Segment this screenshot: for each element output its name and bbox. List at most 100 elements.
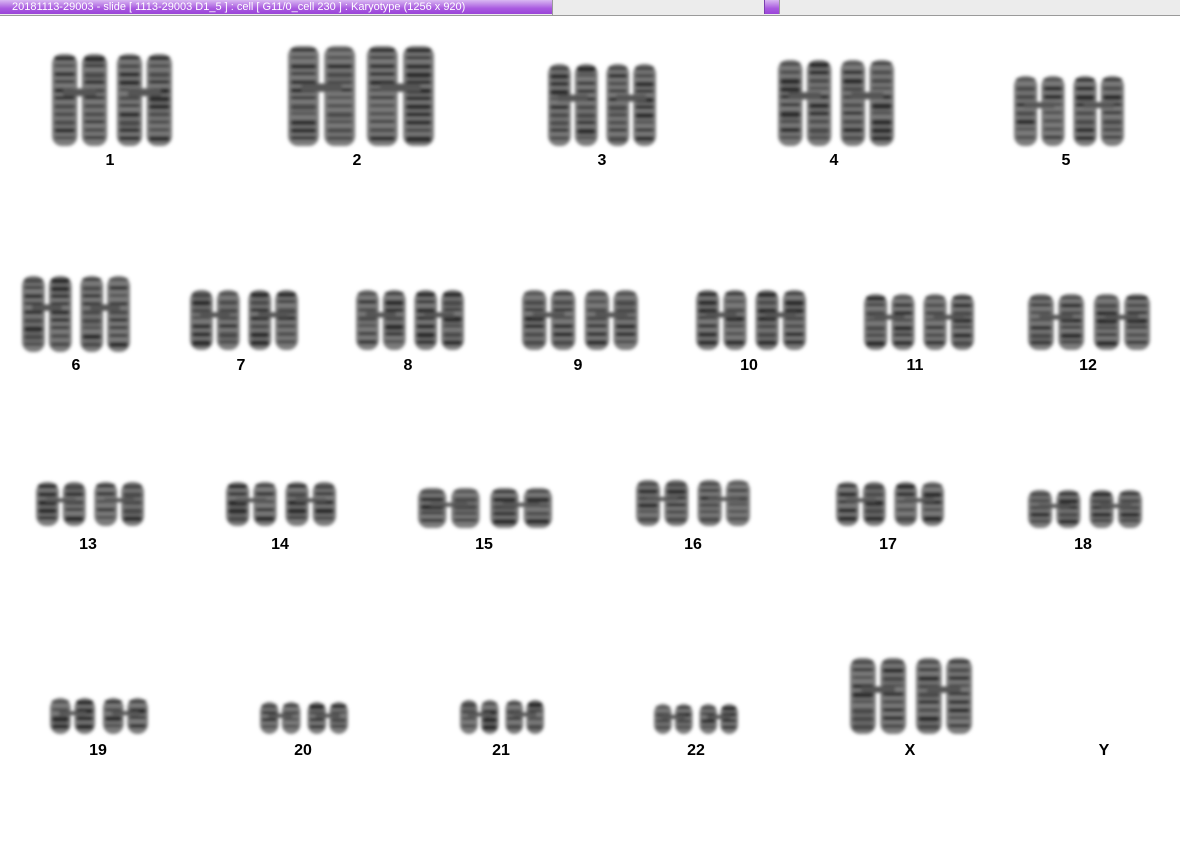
chromosome-homolog	[654, 704, 693, 734]
chromosome-homolog	[1028, 490, 1081, 528]
chromosome-label-8: 8	[403, 357, 413, 374]
chromosome-pair-22[interactable]	[654, 702, 738, 736]
chromosome-pair-graphic	[850, 658, 972, 734]
chromosome-pair-graphic	[260, 702, 348, 734]
chromosome-label-22: 22	[687, 742, 705, 759]
chromosome-homolog	[102, 698, 148, 734]
chromosome-homolog	[94, 482, 144, 526]
chromosome-pair-14[interactable]	[226, 480, 336, 528]
chromosome-homolog	[288, 46, 356, 146]
chromosome-pair-16[interactable]	[636, 478, 750, 528]
chromosome-pair-graphic	[1028, 294, 1150, 350]
title-divider	[552, 0, 553, 15]
chromosome-homolog	[699, 704, 738, 734]
chromosome-pair-graphic	[778, 60, 894, 146]
chromosome-pair-21[interactable]	[460, 698, 544, 736]
chromosome-homolog	[414, 290, 464, 350]
chromosome-pair-4[interactable]	[778, 58, 894, 148]
chromosome-pair-graphic	[22, 276, 130, 352]
chromosome-homolog	[864, 294, 915, 350]
chromosome-pair-graphic	[288, 46, 434, 146]
chromosome-pair-20[interactable]	[260, 700, 348, 736]
chromosome-pair-graphic	[636, 480, 750, 526]
chromosome-homolog	[50, 698, 96, 734]
chromosome-label-3: 3	[597, 152, 607, 169]
chromosome-homolog	[548, 64, 598, 146]
chromosome-homolog	[116, 54, 172, 146]
chromosome-homolog	[696, 290, 747, 350]
chromosome-homolog	[1073, 76, 1124, 146]
chromosome-homolog	[307, 702, 348, 734]
chromosome-pair-x[interactable]	[850, 656, 972, 736]
chromosome-pair-graphic	[522, 290, 638, 350]
scroll-box[interactable]	[764, 0, 780, 14]
chromosome-label-21: 21	[492, 742, 510, 759]
chromosome-pair-19[interactable]	[50, 696, 148, 736]
chromosome-label-4: 4	[829, 152, 839, 169]
chromosome-homolog	[1093, 294, 1150, 350]
chromosome-pair-graphic	[696, 290, 806, 350]
title-bar: 20181113-29003 - slide [ 1113-29003 D1_5…	[0, 0, 1180, 16]
chromosome-label-18: 18	[1074, 536, 1092, 553]
chromosome-pair-graphic	[356, 290, 464, 350]
chromosome-pair-15[interactable]	[418, 486, 552, 530]
chromosome-pair-graphic	[418, 488, 552, 528]
chromosome-pair-7[interactable]	[190, 288, 298, 352]
chromosome-pair-2[interactable]	[288, 44, 434, 148]
chromosome-pair-12[interactable]	[1028, 292, 1150, 352]
chromosome-homolog	[850, 658, 907, 734]
chromosome-label-5: 5	[1061, 152, 1071, 169]
chromosome-homolog	[697, 480, 750, 526]
chromosome-label-x: X	[904, 742, 916, 759]
chromosome-pair-11[interactable]	[864, 292, 974, 352]
chromosome-homolog	[490, 488, 552, 528]
chromosome-pair-graphic	[190, 290, 298, 350]
chromosome-homolog	[366, 46, 434, 146]
chromosome-pair-10[interactable]	[696, 288, 806, 352]
chromosome-homolog	[778, 60, 832, 146]
chromosome-homolog	[915, 658, 972, 734]
chromosome-homolog	[755, 290, 806, 350]
chromosome-homolog	[260, 702, 301, 734]
chromosome-pair-graphic	[50, 698, 148, 734]
chromosome-pair-graphic	[52, 54, 172, 146]
chromosome-label-9: 9	[573, 357, 583, 374]
chromosome-pair-graphic	[460, 700, 544, 734]
chromosome-pair-5[interactable]	[1014, 74, 1124, 148]
window-title: 20181113-29003 - slide [ 1113-29003 D1_5…	[0, 0, 552, 14]
chromosome-homolog	[606, 64, 656, 146]
chromosome-homolog	[80, 276, 130, 352]
chromosome-homolog	[894, 482, 944, 526]
chromosome-label-16: 16	[684, 536, 702, 553]
chromosome-pair-graphic	[836, 482, 944, 526]
chromosome-label-13: 13	[79, 536, 97, 553]
chromosome-homolog	[460, 700, 499, 734]
chromosome-pair-graphic	[654, 704, 738, 734]
chromosome-label-14: 14	[271, 536, 289, 553]
chromosome-homolog	[190, 290, 240, 350]
chromosome-label-y: Y	[1098, 742, 1110, 759]
chromosome-label-19: 19	[89, 742, 107, 759]
chromosome-homolog	[226, 482, 277, 526]
chromosome-pair-3[interactable]	[548, 62, 656, 148]
chromosome-pair-18[interactable]	[1028, 488, 1142, 530]
chromosome-pair-17[interactable]	[836, 480, 944, 528]
chromosome-pair-13[interactable]	[36, 480, 144, 528]
chromosome-pair-graphic	[1028, 490, 1142, 528]
chromosome-homolog	[1014, 76, 1065, 146]
chromosome-label-12: 12	[1079, 357, 1097, 374]
chromosome-homolog	[840, 60, 894, 146]
karyotype-canvas: 1 2 3 4 5 6 7 8 9 10 11 12 13 14 15 16 17 18 19 20 21 22 X Y	[0, 16, 1180, 864]
chromosome-homolog	[505, 700, 544, 734]
chromosome-pair-8[interactable]	[356, 288, 464, 352]
chromosome-pair-graphic	[548, 64, 656, 146]
chromosome-pair-graphic	[864, 294, 974, 350]
chromosome-homolog	[636, 480, 689, 526]
chromosome-homolog	[36, 482, 86, 526]
chromosome-label-11: 11	[906, 357, 924, 374]
chromosome-pair-9[interactable]	[522, 288, 638, 352]
chromosome-pair-1[interactable]	[52, 52, 172, 148]
chromosome-pair-6[interactable]	[22, 274, 130, 354]
chromosome-label-2: 2	[352, 152, 362, 169]
chromosome-homolog	[923, 294, 974, 350]
